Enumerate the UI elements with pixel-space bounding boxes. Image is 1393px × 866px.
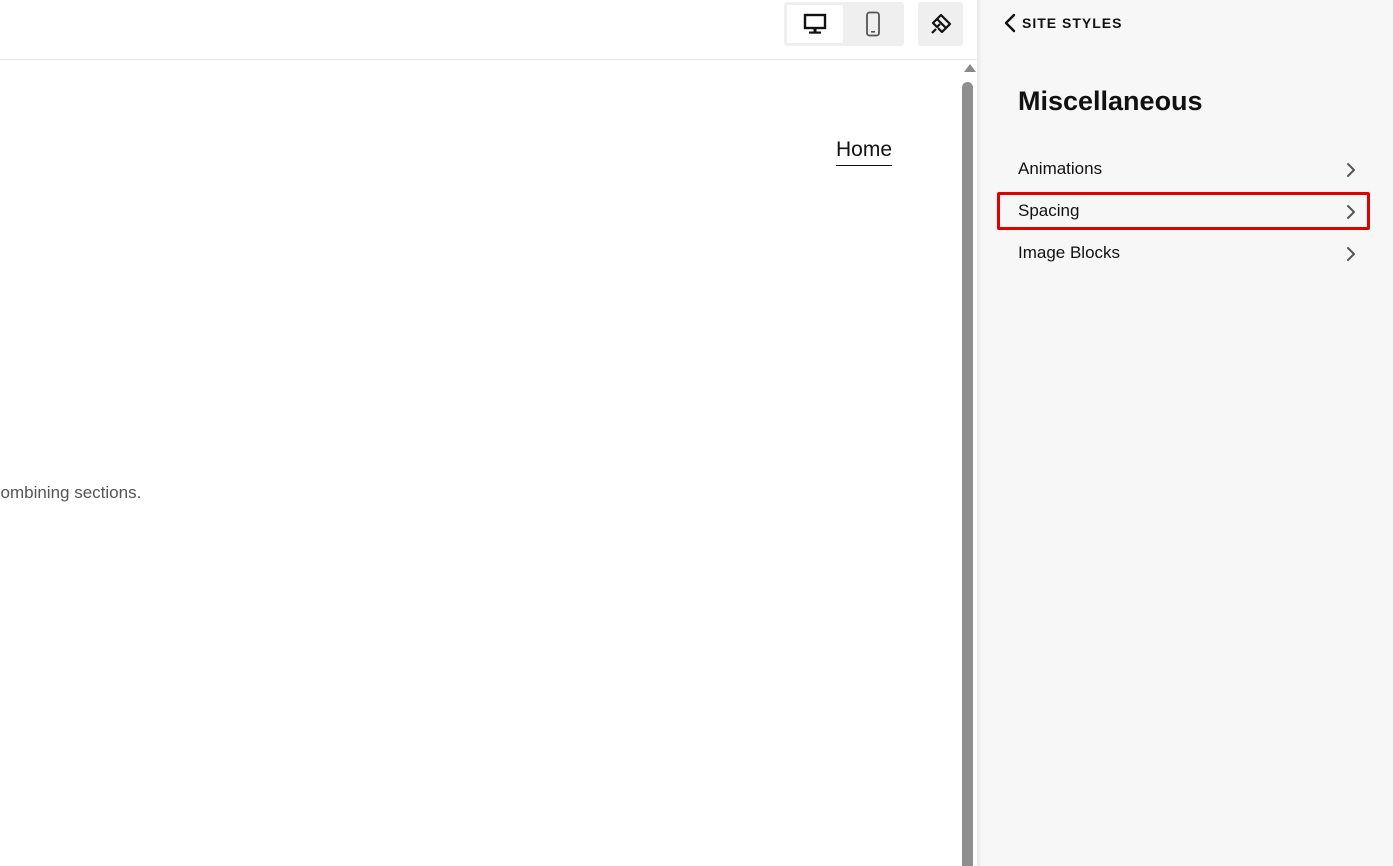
chevron-right-icon	[1347, 205, 1355, 219]
mobile-view-button[interactable]	[845, 5, 901, 43]
menu-item-label: Image Blocks	[1018, 243, 1121, 262]
device-toggle	[784, 2, 904, 46]
scroll-thumb[interactable]	[962, 82, 973, 866]
menu-item-spacing[interactable]: Spacing	[997, 192, 1370, 230]
back-to-site-styles[interactable]: SITE STYLES	[1004, 13, 1122, 33]
editor-topbar	[0, 0, 977, 60]
preview-scrollbar[interactable]	[960, 60, 977, 866]
app-root: Home combining sections. SITE STYLES Mis…	[0, 0, 1393, 866]
panel-divider-shadow	[977, 0, 983, 866]
chevron-left-icon	[1004, 13, 1016, 33]
desktop-view-button[interactable]	[787, 5, 843, 43]
editor-area: Home combining sections.	[0, 0, 977, 866]
preview-body-text: combining sections.	[0, 483, 142, 502]
menu-item-label: Spacing	[1018, 201, 1080, 220]
paint-brush-icon	[930, 13, 951, 34]
menu-item-label: Animations	[1018, 159, 1103, 178]
back-link-label: SITE STYLES	[1022, 15, 1123, 31]
chevron-right-icon	[1347, 247, 1355, 261]
site-styles-button[interactable]	[918, 2, 963, 46]
chevron-right-icon	[1347, 163, 1355, 177]
mobile-icon	[866, 11, 880, 37]
scroll-up-arrow-icon[interactable]	[964, 64, 976, 72]
menu-item-image-blocks[interactable]: Image Blocks	[997, 234, 1370, 272]
desktop-icon	[803, 13, 827, 34]
panel-title: Miscellaneous	[1018, 86, 1203, 116]
menu-item-animations[interactable]: Animations	[997, 150, 1370, 188]
site-styles-panel: SITE STYLES Miscellaneous Animations Spa…	[977, 0, 1393, 866]
page-preview: Home combining sections.	[0, 60, 960, 866]
misc-menu-list: Animations Spacing Image Blocks	[997, 150, 1370, 276]
nav-link-home[interactable]: Home	[836, 138, 893, 167]
